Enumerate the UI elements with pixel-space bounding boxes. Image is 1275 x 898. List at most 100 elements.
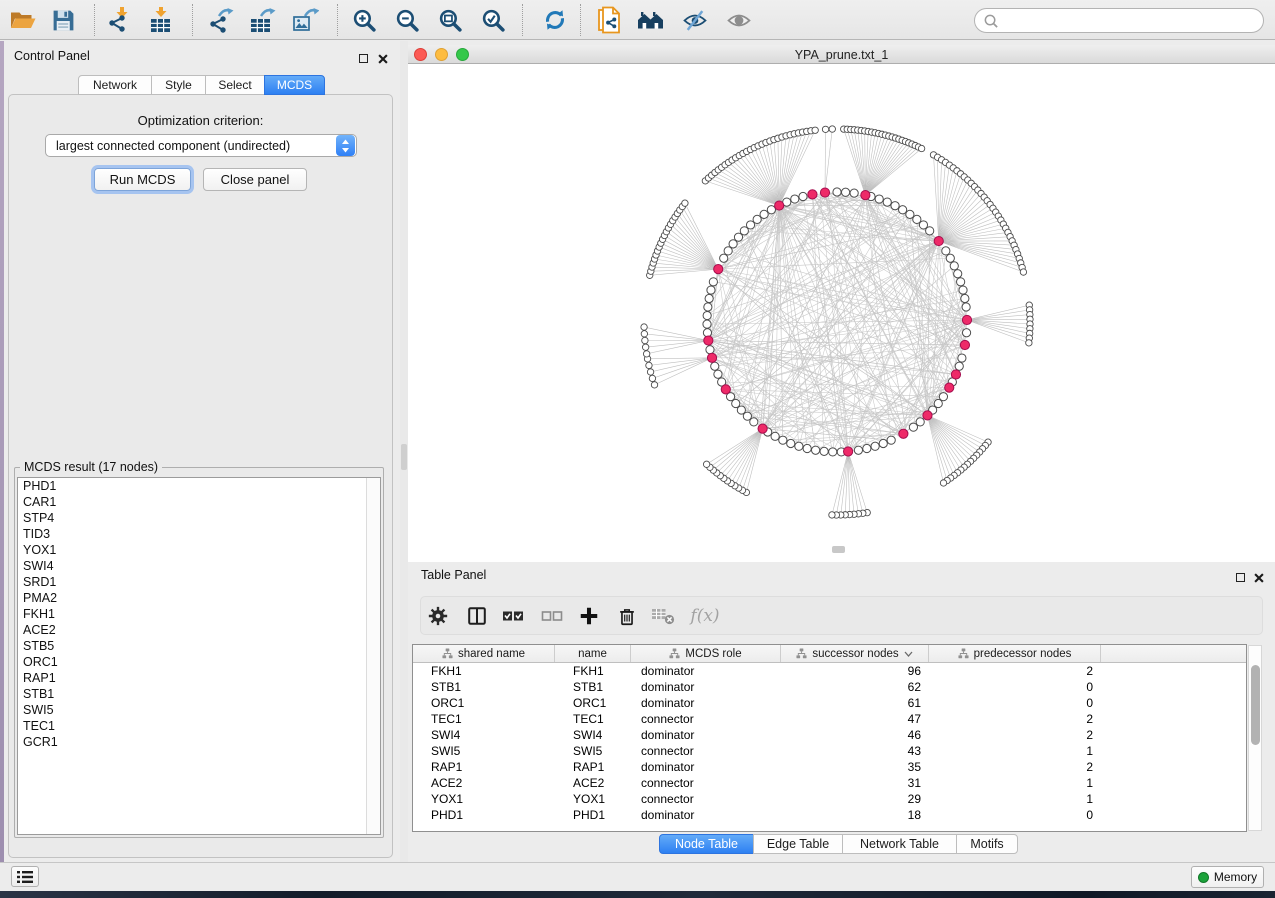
table-cell[interactable]: ACE2 xyxy=(555,776,631,790)
table-cell[interactable]: dominator xyxy=(631,760,781,774)
network-leaf-node[interactable] xyxy=(829,126,835,132)
table-cell[interactable]: TEC1 xyxy=(555,712,631,726)
table-cell[interactable]: 2 xyxy=(929,712,1101,726)
network-mcds-node[interactable] xyxy=(704,336,713,345)
network-scrollbar-thumb[interactable] xyxy=(832,546,845,553)
network-leaf-node[interactable] xyxy=(642,337,648,343)
table-cell[interactable]: 29 xyxy=(781,792,929,806)
search-field[interactable] xyxy=(974,8,1264,33)
network-node[interactable] xyxy=(957,278,965,286)
network-leaf-node[interactable] xyxy=(1026,340,1032,346)
network-node[interactable] xyxy=(803,444,811,452)
zoom-out-button[interactable] xyxy=(390,5,424,35)
table-row[interactable]: SWI4SWI4dominator462 xyxy=(413,727,1246,743)
tab-node-table[interactable]: Node Table xyxy=(659,834,754,854)
network-node[interactable] xyxy=(962,303,970,311)
table-cell[interactable]: RAP1 xyxy=(555,760,631,774)
tab-edge-table[interactable]: Edge Table xyxy=(753,834,843,854)
network-mcds-node[interactable] xyxy=(960,340,969,349)
table-cell[interactable]: 35 xyxy=(781,760,929,774)
mcds-result-item[interactable]: RAP1 xyxy=(18,670,380,686)
network-node[interactable] xyxy=(779,436,787,444)
open-file-button[interactable] xyxy=(6,5,40,35)
column-header-mcds-role[interactable]: MCDS role xyxy=(631,645,781,662)
network-node[interactable] xyxy=(760,210,768,218)
network-mcds-node[interactable] xyxy=(808,190,817,199)
network-leaf-node[interactable] xyxy=(1020,269,1026,275)
network-leaf-node[interactable] xyxy=(641,324,647,330)
network-node[interactable] xyxy=(950,262,958,270)
network-node[interactable] xyxy=(854,446,862,454)
network-node[interactable] xyxy=(724,247,732,255)
network-node[interactable] xyxy=(879,439,887,447)
network-node[interactable] xyxy=(703,311,711,319)
delete-table-button[interactable] xyxy=(648,604,678,628)
table-cell[interactable]: 46 xyxy=(781,728,929,742)
network-mcds-node[interactable] xyxy=(775,201,784,210)
network-node[interactable] xyxy=(961,294,969,302)
network-node[interactable] xyxy=(791,195,799,203)
select-all-button[interactable] xyxy=(498,604,528,628)
network-node[interactable] xyxy=(899,206,907,214)
table-cell[interactable]: connector xyxy=(631,712,781,726)
network-leaf-node[interactable] xyxy=(682,200,688,206)
table-panel-float-button[interactable] xyxy=(1236,569,1245,587)
network-leaf-node[interactable] xyxy=(646,362,652,368)
run-mcds-button[interactable]: Run MCDS xyxy=(94,168,191,191)
table-cell[interactable]: SWI4 xyxy=(413,728,555,742)
table-cell[interactable]: ACE2 xyxy=(413,776,555,790)
show-columns-button[interactable] xyxy=(462,604,492,628)
network-leaf-node[interactable] xyxy=(829,512,835,518)
network-node[interactable] xyxy=(812,446,820,454)
network-leaf-node[interactable] xyxy=(643,351,649,357)
table-row[interactable]: SWI5SWI5connector431 xyxy=(413,743,1246,759)
export-network-button[interactable] xyxy=(203,5,237,35)
add-column-button[interactable] xyxy=(574,604,604,628)
network-node[interactable] xyxy=(875,195,883,203)
mcds-result-item[interactable]: GCR1 xyxy=(18,734,380,750)
deselect-all-button[interactable] xyxy=(537,604,567,628)
table-cell[interactable]: SWI4 xyxy=(555,728,631,742)
first-neighbors-button[interactable] xyxy=(634,5,668,35)
table-cell[interactable]: 96 xyxy=(781,664,929,678)
column-header-predecessor-nodes[interactable]: predecessor nodes xyxy=(929,645,1101,662)
zoom-fit-button[interactable] xyxy=(433,5,467,35)
network-node[interactable] xyxy=(720,254,728,262)
mcds-result-item[interactable]: TEC1 xyxy=(18,718,380,734)
mcds-list-scrollbar[interactable] xyxy=(366,478,380,834)
task-history-button[interactable] xyxy=(11,866,39,887)
network-node[interactable] xyxy=(942,247,950,255)
network-node[interactable] xyxy=(833,188,841,196)
table-row[interactable]: ACE2ACE2connector311 xyxy=(413,775,1246,791)
mcds-result-item[interactable]: PMA2 xyxy=(18,590,380,606)
table-cell[interactable]: 2 xyxy=(929,728,1101,742)
network-node[interactable] xyxy=(820,447,828,455)
table-cell[interactable]: 31 xyxy=(781,776,929,790)
table-cell[interactable]: PHD1 xyxy=(555,808,631,822)
network-leaf-node[interactable] xyxy=(812,127,818,133)
network-node[interactable] xyxy=(711,362,719,370)
mcds-result-item[interactable]: SWI5 xyxy=(18,702,380,718)
table-cell[interactable]: FKH1 xyxy=(555,664,631,678)
network-node[interactable] xyxy=(891,202,899,210)
table-cell[interactable]: FKH1 xyxy=(413,664,555,678)
tab-select[interactable]: Select xyxy=(205,75,265,95)
network-mcds-node[interactable] xyxy=(861,191,870,200)
network-leaf-node[interactable] xyxy=(651,382,657,388)
table-cell[interactable]: dominator xyxy=(631,680,781,694)
table-cell[interactable]: 0 xyxy=(929,696,1101,710)
hide-selected-button[interactable] xyxy=(678,5,712,35)
network-node[interactable] xyxy=(926,227,934,235)
table-cell[interactable]: STB1 xyxy=(555,680,631,694)
network-node[interactable] xyxy=(962,329,970,337)
tab-network-table[interactable]: Network Table xyxy=(842,834,957,854)
network-node[interactable] xyxy=(753,215,761,223)
table-row[interactable]: STB1STB1dominator620 xyxy=(413,679,1246,695)
table-cell[interactable]: dominator xyxy=(631,808,781,822)
show-all-button[interactable] xyxy=(722,5,756,35)
network-node[interactable] xyxy=(795,442,803,450)
network-leaf-node[interactable] xyxy=(703,461,709,467)
network-node[interactable] xyxy=(909,423,917,431)
network-mcds-node[interactable] xyxy=(951,370,960,379)
network-node[interactable] xyxy=(705,294,713,302)
